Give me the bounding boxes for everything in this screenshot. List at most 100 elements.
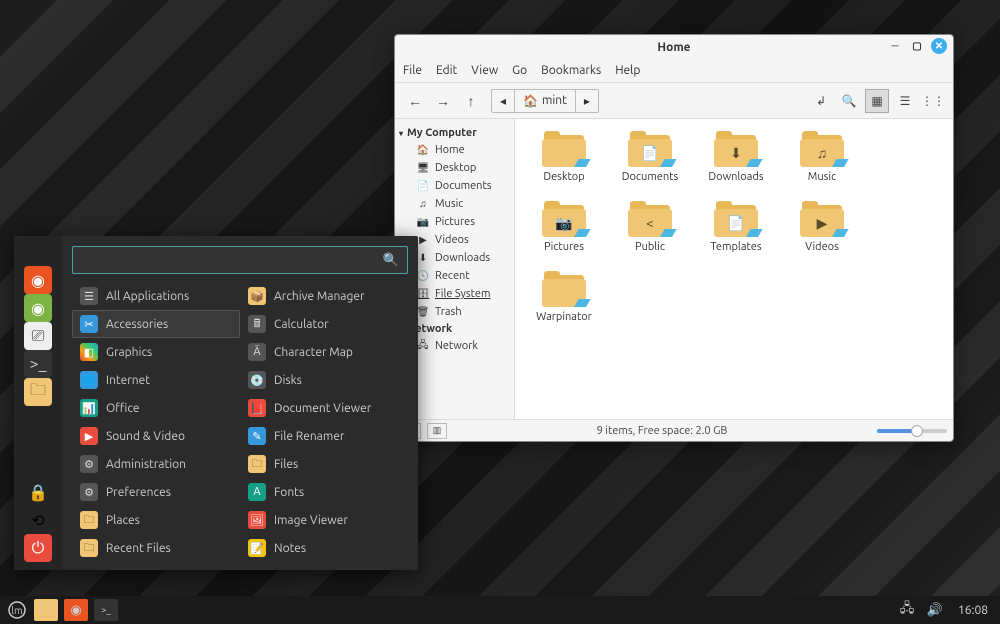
menu-file[interactable]: File <box>403 64 422 77</box>
folder-public[interactable]: < Public <box>609 201 691 253</box>
folder-label: Desktop <box>543 171 584 183</box>
trash-icon: 🗑 <box>417 306 429 318</box>
start-button[interactable]: lm <box>6 599 28 621</box>
app-notes[interactable]: 📝Notes <box>240 534 408 562</box>
folder-label: Documents <box>622 171 679 183</box>
folder-downloads[interactable]: ⬇ Downloads <box>695 131 777 183</box>
status-text: 9 items, Free space: 2.0 GB <box>453 425 871 437</box>
folder-icon: ⬇ <box>714 131 758 167</box>
back-button[interactable]: ← <box>403 89 427 113</box>
sidebar-item-documents[interactable]: 📄Documents <box>395 177 514 195</box>
fav-apps[interactable]: ◉ <box>24 294 52 322</box>
folder-icon <box>542 271 586 307</box>
app-image-viewer[interactable]: 🖼Image Viewer <box>240 506 408 534</box>
toggle-location-button[interactable]: ↲ <box>809 89 833 113</box>
folder-grid: Desktop 📄 Documents ⬇ Downloads ♫ Music … <box>515 119 953 419</box>
maximize-button[interactable]: ▢ <box>909 38 925 54</box>
category-recent-files[interactable]: 🗀Recent Files <box>72 534 240 562</box>
sidebar-item-desktop[interactable]: 🖥Desktop <box>395 159 514 177</box>
app-archive-manager[interactable]: 📦Archive Manager <box>240 282 408 310</box>
category-internet[interactable]: 🌐Internet <box>72 366 240 394</box>
fav-firefox[interactable]: ◉ <box>24 266 52 294</box>
treeview-toggle-button[interactable]: ▥ <box>427 423 447 439</box>
compact-view-button[interactable]: ⋮⋮ <box>921 89 945 113</box>
clock[interactable]: 16:08 <box>952 604 994 617</box>
menu-help[interactable]: Help <box>615 64 640 77</box>
search-button[interactable]: 🔍 <box>837 89 861 113</box>
downloads-icon: ⬇ <box>417 252 429 264</box>
category-sound-video[interactable]: ▶Sound & Video <box>72 422 240 450</box>
home-icon: 🏠 <box>523 94 538 108</box>
menubar: File Edit View Go Bookmarks Help <box>395 59 953 83</box>
category-preferences[interactable]: ⚙Preferences <box>72 478 240 506</box>
favorites-bar: ◉◉⎚>_🗀 🔒⟲⏻ <box>14 236 62 570</box>
folder-desktop[interactable]: Desktop <box>523 131 605 183</box>
app-disks[interactable]: 💿Disks <box>240 366 408 394</box>
category-administration[interactable]: ⚙Administration <box>72 450 240 478</box>
menu-bookmarks[interactable]: Bookmarks <box>541 64 601 77</box>
app-onboard[interactable]: ⌨Onboard <box>240 562 408 564</box>
folder-warpinator[interactable]: Warpinator <box>523 271 605 323</box>
category-graphics[interactable]: ◧Graphics <box>72 338 240 366</box>
sidebar-item-pictures[interactable]: 📷Pictures <box>395 213 514 231</box>
close-button[interactable]: ✕ <box>931 38 947 54</box>
menu-search[interactable]: 🔍 <box>72 246 408 274</box>
folder-documents[interactable]: 📄 Documents <box>609 131 691 183</box>
fav-lock[interactable]: 🔒 <box>24 478 52 506</box>
category-all-applications[interactable]: ☰All Applications <box>72 282 240 310</box>
app-character-map[interactable]: ÄCharacter Map <box>240 338 408 366</box>
category-accessories[interactable]: ✂Accessories <box>72 310 240 338</box>
list-view-button[interactable]: ☰ <box>893 89 917 113</box>
search-input[interactable] <box>81 254 383 267</box>
pictures-icon: 📷 <box>417 216 429 228</box>
sidebar-section-computer[interactable]: My Computer <box>395 125 514 141</box>
folder-templates[interactable]: 📄 Templates <box>695 201 777 253</box>
fav-software[interactable]: ⎚ <box>24 322 52 350</box>
taskbar-terminal[interactable]: >_ <box>94 599 118 621</box>
documents-icon: 📄 <box>417 180 429 192</box>
category-office[interactable]: 📊Office <box>72 394 240 422</box>
category-places[interactable]: 🗀Places <box>72 506 240 534</box>
up-button[interactable]: ↑ <box>459 89 483 113</box>
menu-go[interactable]: Go <box>512 64 527 77</box>
window-titlebar[interactable]: Home ─ ▢ ✕ <box>395 35 953 59</box>
network-icon[interactable]: 🖧 <box>896 599 918 621</box>
taskbar-firefox[interactable]: ◉ <box>64 599 88 621</box>
file-manager-window: Home ─ ▢ ✕ File Edit View Go Bookmarks H… <box>394 34 954 442</box>
category-icon: ☰ <box>80 287 98 305</box>
category-icon: 🗀 <box>80 539 98 557</box>
category-icon: ⚙ <box>80 455 98 473</box>
menu-view[interactable]: View <box>471 64 498 77</box>
category-icon: 🌐 <box>80 371 98 389</box>
app-calculator[interactable]: 🖩Calculator <box>240 310 408 338</box>
volume-icon[interactable]: 🔊 <box>924 599 946 621</box>
fav-terminal[interactable]: >_ <box>24 350 52 378</box>
taskbar-files[interactable]: 🗀 <box>34 599 58 621</box>
icon-view-button[interactable]: ▦ <box>865 89 889 113</box>
path-segment-home[interactable]: 🏠 mint <box>515 90 576 112</box>
sidebar-item-home[interactable]: 🏠Home <box>395 141 514 159</box>
folder-videos[interactable]: ▶ Videos <box>781 201 863 253</box>
menu-edit[interactable]: Edit <box>436 64 457 77</box>
minimize-button[interactable]: ─ <box>887 38 903 54</box>
fav-power[interactable]: ⏻ <box>24 534 52 562</box>
pathbar: ◂ 🏠 mint ▸ <box>491 89 599 113</box>
window-title: Home <box>657 41 690 54</box>
folder-music[interactable]: ♫ Music <box>781 131 863 183</box>
path-next[interactable]: ▸ <box>576 90 598 112</box>
network-icon: 🖧 <box>417 340 429 352</box>
app-document-viewer[interactable]: 📕Document Viewer <box>240 394 408 422</box>
app-fonts[interactable]: AFonts <box>240 478 408 506</box>
folder-pictures[interactable]: 📷 Pictures <box>523 201 605 253</box>
forward-button[interactable]: → <box>431 89 455 113</box>
svg-text:lm: lm <box>11 605 22 616</box>
fav-files[interactable]: 🗀 <box>24 378 52 406</box>
folder-label: Warpinator <box>536 311 592 323</box>
path-prev[interactable]: ◂ <box>492 90 515 112</box>
fav-logout[interactable]: ⟲ <box>24 506 52 534</box>
sidebar-item-music[interactable]: ♫Music <box>395 195 514 213</box>
app-file-renamer[interactable]: ✎File Renamer <box>240 422 408 450</box>
app-files[interactable]: 🗀Files <box>240 450 408 478</box>
category-icon: 📊 <box>80 399 98 417</box>
zoom-slider[interactable] <box>877 429 947 433</box>
